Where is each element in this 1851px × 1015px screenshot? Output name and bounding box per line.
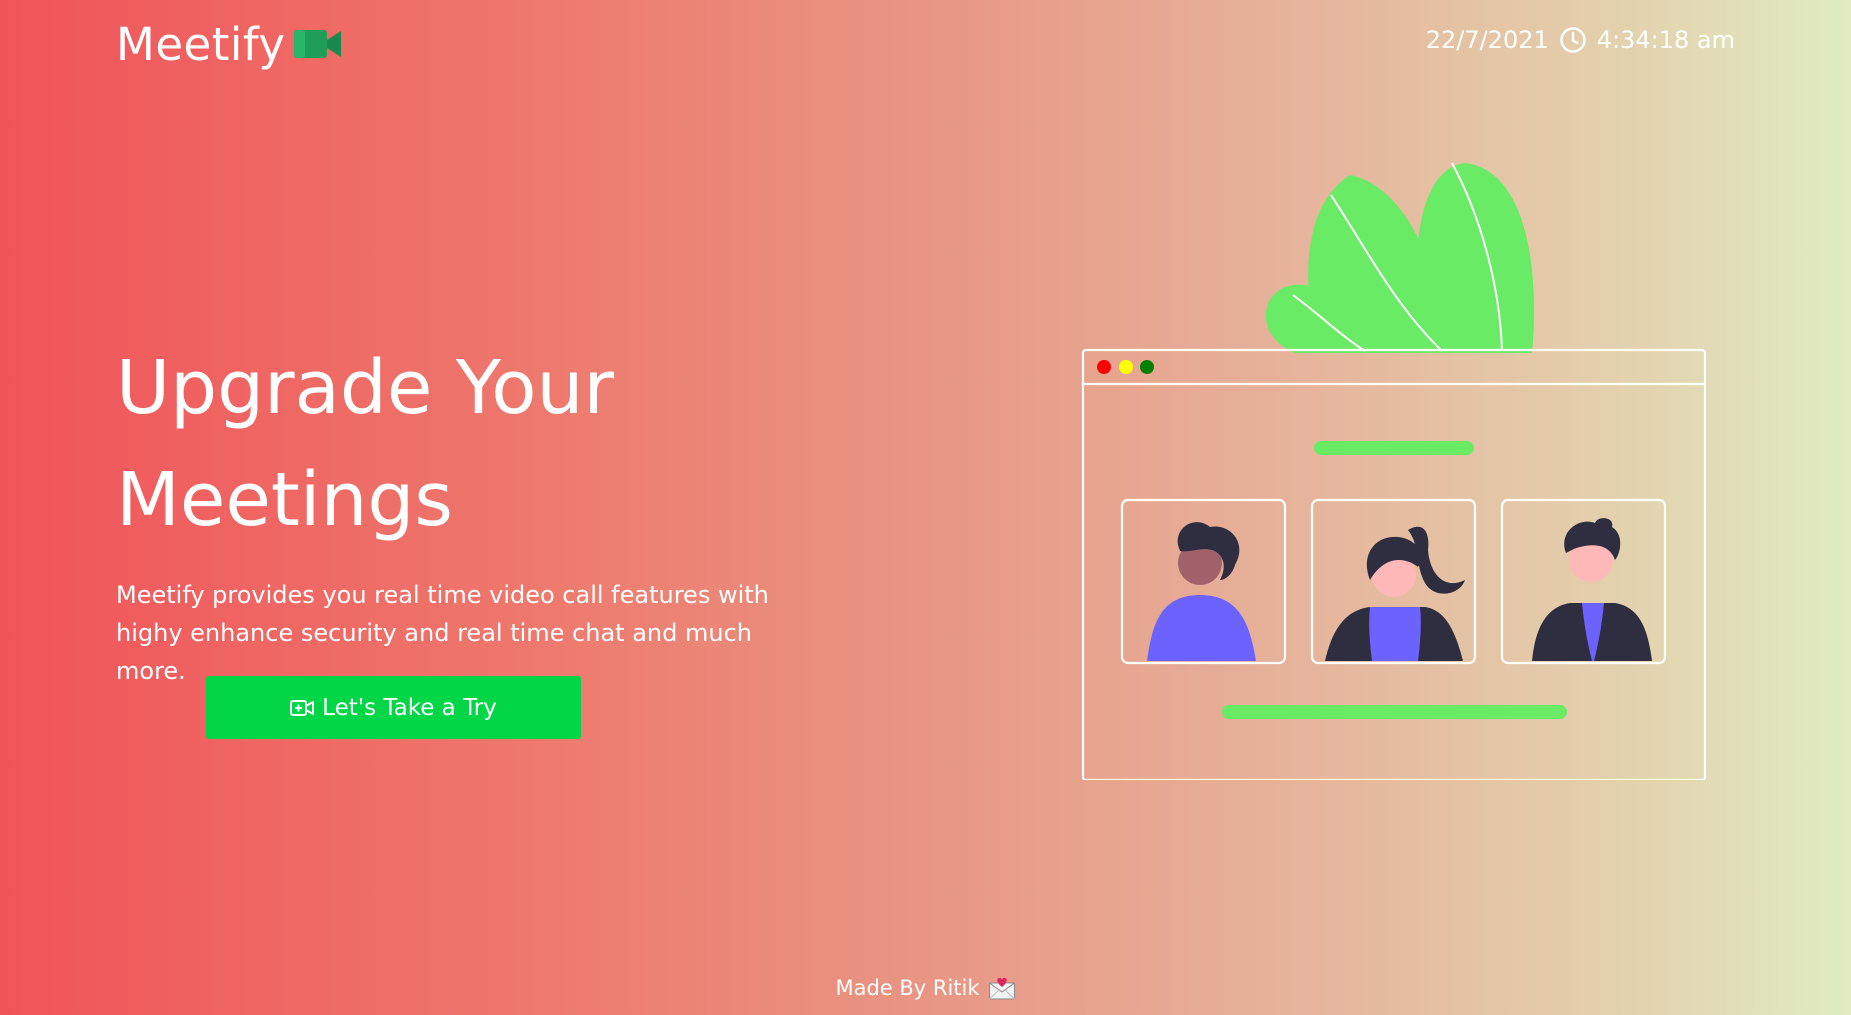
lets-take-a-try-button[interactable]: Let's Take a Try (206, 676, 581, 739)
hero-title-line1: Upgrade Your (116, 345, 614, 431)
window-dot-green (1140, 360, 1154, 374)
window-dot-red (1097, 360, 1111, 374)
brand-name: Meetify (116, 17, 286, 71)
footer-label: Made By Ritik (835, 976, 980, 1000)
time-text: 4:34:18 am (1596, 26, 1735, 54)
date-text: 22/7/2021 (1425, 26, 1549, 54)
hero-title-line2: Meetings (116, 457, 453, 543)
footer: Made By Ritik (0, 975, 1851, 1001)
hero-title: Upgrade Your Meetings (116, 332, 816, 556)
bottom-placeholder-bar (1222, 705, 1567, 719)
love-letter-icon (988, 975, 1016, 1001)
video-call-illustration (1080, 155, 1710, 780)
window-dot-yellow (1119, 360, 1133, 374)
video-camera-icon (293, 28, 342, 60)
participant-tile-1 (1120, 498, 1287, 665)
date-time-display: 22/7/2021 4:34:18 am (1426, 20, 1735, 60)
title-placeholder-bar (1314, 441, 1474, 455)
participant-tile-3 (1500, 498, 1667, 665)
hero-description: Meetify provides you real time video cal… (116, 576, 796, 690)
participant-tile-2 (1310, 498, 1477, 665)
video-add-icon (290, 699, 315, 717)
hero-description-line1: Meetify provides you real time video cal… (116, 581, 769, 609)
brand-logo[interactable]: Meetify (116, 14, 342, 74)
cta-label: Let's Take a Try (322, 694, 497, 721)
plant-leaves (1265, 162, 1534, 353)
clock-icon (1559, 26, 1587, 54)
